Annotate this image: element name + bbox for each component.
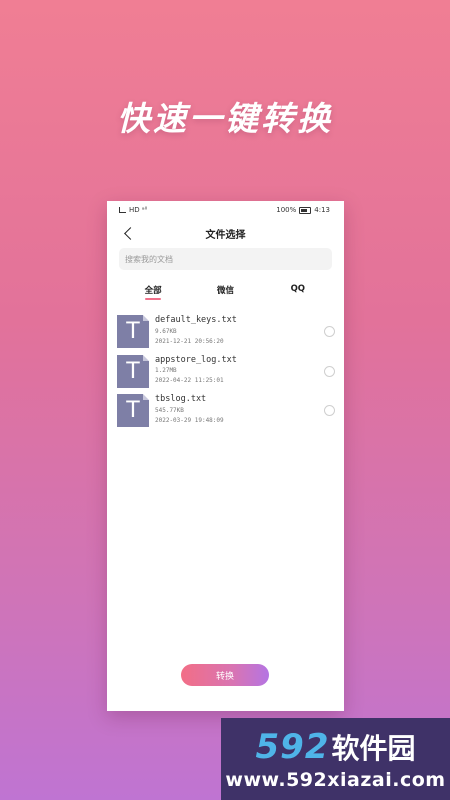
file-date: 2021-12-21 20:56:20 [155,337,224,345]
headline: 快速一键转换 [117,99,333,138]
convert-button[interactable]: 转换 [181,664,269,686]
page-title: 文件选择 [205,229,246,241]
select-radio[interactable] [324,326,335,337]
back-arrow-icon[interactable] [121,224,135,242]
battery-percent: 100% [276,206,297,214]
signal-icon [119,207,126,213]
watermark-number: 592 [255,727,330,767]
search-placeholder: 搜索我的文档 [125,254,173,264]
select-radio[interactable] [324,365,335,377]
network-label: HD ᵃˡˡ [129,206,147,214]
file-date: 2022-03-29 19:48:09 [155,416,224,424]
watermark-text: 软件园 [331,732,416,765]
nav-bar: 文件选择 [107,219,344,247]
watermark-url: www.592xiazai.com [225,769,446,791]
file-name: appstore_log.txt [155,354,237,365]
file-item[interactable]: T appstore_log.txt 1.27MB 2022-04-22 11:… [107,354,344,395]
battery-icon [299,206,312,214]
file-name: tbslog.txt [155,394,207,404]
tab-qq[interactable]: QQ [273,284,323,306]
text-file-icon: T [117,354,149,388]
file-item[interactable]: T tbslog.txt 545.77KB 2022-03-29 19:48:0… [107,394,344,434]
source-tabs: 全部 微信 QQ [107,284,344,306]
file-name: default_keys.txt [155,315,237,325]
file-list: T default_keys.txt 9.67KB 2021-12-21 20:… [107,315,344,434]
file-size: 1.27MB [155,367,177,374]
phone-screen: HD ᵃˡˡ 100% 4:13 文件选择 搜索我的文档 全部 微信 QQ T … [107,201,344,711]
select-radio[interactable] [324,405,335,416]
text-file-icon: T [117,315,149,348]
tab-all[interactable]: 全部 [128,284,178,306]
file-size: 545.77KB [155,406,184,414]
search-input[interactable]: 搜索我的文档 [119,248,332,270]
status-bar: HD ᵃˡˡ 100% 4:13 [107,201,344,219]
text-file-icon: T [117,394,149,427]
file-item[interactable]: T default_keys.txt 9.67KB 2021-12-21 20:… [107,315,344,355]
clock: 4:13 [314,206,330,214]
file-size: 9.67KB [155,327,177,335]
file-date: 2022-04-22 11:25:01 [155,377,224,384]
watermark-logo: 592 软件园 www.592xiazai.com [221,718,450,800]
tab-wechat[interactable]: 微信 [200,284,250,306]
